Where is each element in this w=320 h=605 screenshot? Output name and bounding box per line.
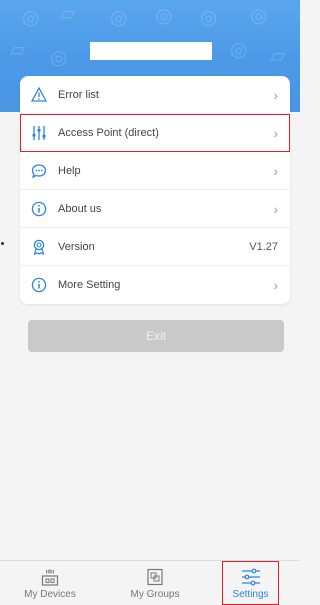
settings-item-access-point[interactable]: Access Point (direct) ›	[20, 114, 290, 152]
nav-item-label: My Devices	[24, 588, 76, 600]
pattern-icon: ◎	[110, 7, 128, 29]
sliders-icon	[30, 124, 48, 142]
pattern-icon: ◎	[230, 39, 248, 61]
settings-sliders-icon	[240, 567, 262, 587]
page-title	[90, 42, 212, 60]
settings-item-label: About us	[58, 202, 102, 215]
version-value: V1.27	[249, 240, 278, 253]
settings-item-version: Version V1.27	[20, 228, 290, 266]
chat-icon	[30, 162, 48, 180]
bottom-nav: My Devices My Groups Settings	[0, 560, 300, 605]
exit-button[interactable]: Exit	[28, 320, 284, 352]
info-icon	[30, 200, 48, 218]
pattern-icon: ◎	[50, 47, 68, 69]
settings-item-error-list[interactable]: Error list ›	[20, 76, 290, 114]
info-icon	[30, 276, 48, 294]
nav-item-my-groups[interactable]: My Groups	[115, 561, 195, 605]
chevron-right-icon: ›	[273, 277, 278, 293]
settings-item-help[interactable]: Help ›	[20, 152, 290, 190]
groups-icon	[145, 567, 165, 587]
stray-dot	[1, 242, 4, 245]
pattern-icon: ◎	[250, 5, 268, 27]
settings-item-label: More Setting	[58, 279, 121, 291]
chevron-right-icon: ›	[273, 86, 278, 103]
settings-item-about-us[interactable]: About us ›	[20, 190, 290, 228]
pattern-icon: ▱	[10, 39, 26, 61]
nav-item-label: My Groups	[130, 588, 180, 600]
pattern-icon: ▱	[60, 3, 76, 25]
settings-list: Error list › Access Point (direct) › Hel…	[20, 76, 290, 304]
device-icon	[40, 567, 60, 587]
nav-item-label: Settings	[232, 588, 269, 600]
pattern-icon: ◎	[200, 7, 218, 29]
badge-icon	[30, 238, 48, 256]
pattern-icon: ▱	[270, 45, 286, 67]
chevron-right-icon: ›	[273, 162, 278, 179]
settings-item-more-setting[interactable]: More Setting ›	[20, 266, 290, 304]
settings-item-label: Error list	[58, 88, 99, 101]
settings-item-label: Help	[58, 164, 81, 177]
pattern-icon: ◎	[22, 7, 40, 29]
chevron-right-icon: ›	[273, 200, 278, 217]
warning-icon	[30, 86, 48, 104]
nav-item-my-devices[interactable]: My Devices	[10, 561, 90, 605]
chevron-right-icon: ›	[273, 124, 278, 141]
settings-item-label: Version	[58, 240, 95, 253]
settings-item-label: Access Point (direct)	[58, 126, 159, 139]
pattern-icon: ◎	[155, 5, 173, 27]
nav-item-settings[interactable]: Settings	[222, 561, 279, 605]
